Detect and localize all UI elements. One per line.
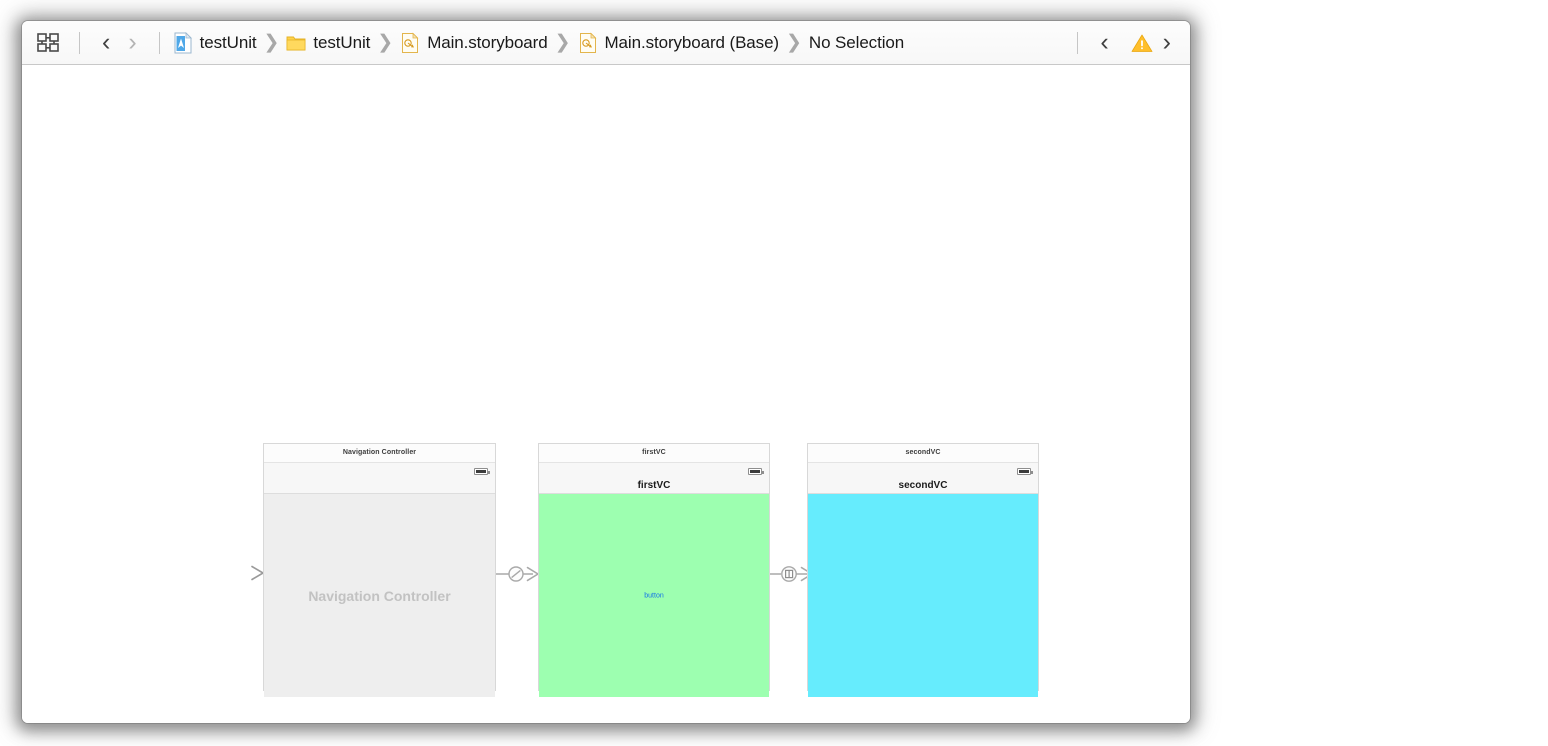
breadcrumb-label-storyboard-base: Main.storyboard (Base) bbox=[604, 32, 780, 52]
battery-icon bbox=[1017, 468, 1033, 475]
jumpbar-divider-2 bbox=[158, 31, 160, 54]
scene-second-vc[interactable]: secondVC secondVC bbox=[807, 443, 1039, 697]
scene-first-vc[interactable]: firstVC firstVC button bbox=[538, 443, 770, 697]
root-view-segue[interactable] bbox=[496, 562, 540, 586]
previous-issue-button[interactable]: ‹ bbox=[1091, 30, 1117, 55]
breadcrumb-item-storyboard[interactable]: Main.storyboard bbox=[400, 32, 548, 54]
go-forward-button[interactable]: › bbox=[119, 30, 145, 55]
breadcrumb-label-project: testUnit bbox=[199, 32, 257, 52]
initial-view-controller-arrow[interactable] bbox=[218, 562, 265, 584]
scene-content-second-vc[interactable] bbox=[808, 494, 1038, 697]
next-issue-button[interactable]: › bbox=[1154, 30, 1180, 55]
breadcrumb-chevron-2: ❯ bbox=[377, 32, 394, 53]
breadcrumb-chevron-3: ❯ bbox=[554, 32, 571, 53]
breadcrumb-item-folder[interactable]: testUnit bbox=[286, 32, 370, 54]
storyboard-file-icon bbox=[578, 32, 598, 54]
navigation-controller-placeholder-label: Navigation Controller bbox=[308, 587, 451, 604]
navigation-bar-first-vc: firstVC bbox=[539, 463, 769, 494]
scene-title-navigation-controller: Navigation Controller bbox=[264, 444, 495, 463]
scene-title-second-vc: secondVC bbox=[808, 444, 1038, 463]
breadcrumb-label-folder: testUnit bbox=[313, 32, 371, 52]
first-vc-button[interactable]: button bbox=[539, 592, 769, 599]
scene-content-first-vc[interactable]: button bbox=[539, 494, 769, 697]
breadcrumb-label-storyboard: Main.storyboard bbox=[427, 32, 548, 52]
navbar-title-second-vc: secondVC bbox=[898, 480, 948, 491]
xcode-project-icon bbox=[173, 31, 193, 54]
breadcrumb-item-storyboard-base[interactable]: Main.storyboard (Base) bbox=[578, 32, 779, 54]
breadcrumb-item-project[interactable]: testUnit bbox=[173, 31, 257, 54]
breadcrumb: testUnit ❯ testUnit ❯ Main.storyboard ❯ … bbox=[173, 31, 1057, 54]
scene-content-navigation-controller[interactable]: Navigation Controller bbox=[264, 494, 495, 697]
jump-bar: ‹ › testUnit ❯ testUnit ❯ Main.storyboar… bbox=[22, 21, 1190, 65]
battery-icon bbox=[748, 468, 764, 475]
issue-navigation-group: ‹ › bbox=[1056, 30, 1180, 55]
battery-icon bbox=[474, 468, 490, 475]
jumpbar-divider-1 bbox=[79, 31, 80, 54]
storyboard-file-icon bbox=[400, 32, 420, 54]
screenshot-root: ‹ › testUnit ❯ testUnit ❯ Main.storyboar… bbox=[0, 0, 1548, 746]
navigation-bar-second-vc: secondVC bbox=[808, 463, 1038, 494]
related-items-grid-icon[interactable] bbox=[36, 31, 62, 55]
go-back-button[interactable]: ‹ bbox=[93, 30, 119, 55]
breadcrumb-chevron-1: ❯ bbox=[263, 32, 280, 53]
folder-icon bbox=[286, 32, 306, 54]
breadcrumb-item-selection[interactable]: No Selection bbox=[809, 33, 904, 53]
breadcrumb-label-selection: No Selection bbox=[808, 32, 905, 52]
xcode-window: ‹ › testUnit ❯ testUnit ❯ Main.storyboar… bbox=[22, 21, 1190, 723]
navigation-bar-navigation-controller bbox=[264, 463, 495, 494]
navbar-title-first-vc: firstVC bbox=[637, 480, 671, 491]
breadcrumb-chevron-4: ❯ bbox=[785, 32, 802, 53]
scene-title-first-vc: firstVC bbox=[539, 444, 769, 463]
warning-triangle-icon[interactable] bbox=[1124, 32, 1153, 54]
scene-navigation-controller[interactable]: Navigation Controller Navigation Control… bbox=[263, 443, 496, 697]
storyboard-canvas[interactable]: Navigation Controller Navigation Control… bbox=[22, 65, 1190, 723]
jumpbar-divider-3 bbox=[1077, 31, 1079, 54]
